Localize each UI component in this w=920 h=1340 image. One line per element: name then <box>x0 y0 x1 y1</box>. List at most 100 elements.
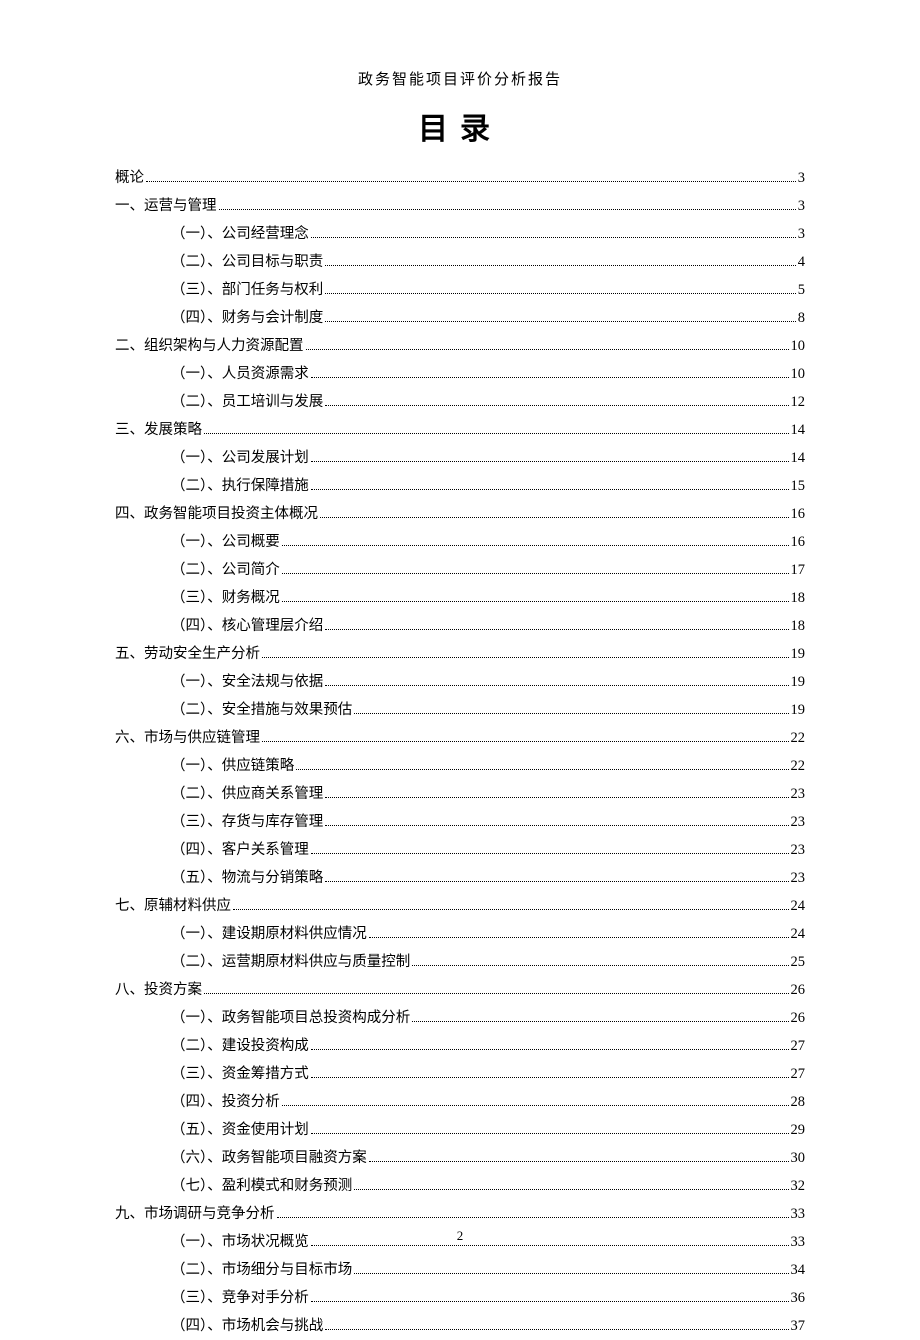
toc-entry[interactable]: 一、运营与管理 3 <box>115 192 805 220</box>
toc-leader-dots <box>311 1123 789 1134</box>
toc-entry-page: 23 <box>791 864 806 892</box>
toc-entry-page: 24 <box>791 920 806 948</box>
toc-leader-dots <box>325 1319 788 1330</box>
toc-leader-dots <box>296 759 788 770</box>
toc-title: 目录 <box>115 104 805 148</box>
toc-entry[interactable]: 三、发展策略 14 <box>115 416 805 444</box>
toc-entry-label: （五）、物流与分销策略 <box>171 864 323 892</box>
toc-entry[interactable]: （二）、供应商关系管理23 <box>115 780 805 808</box>
toc-entry-page: 26 <box>791 976 806 1004</box>
toc-entry-label: 八、投资方案 <box>115 976 202 1004</box>
toc-entry[interactable]: （四）、财务与会计制度8 <box>115 304 805 332</box>
toc-entry[interactable]: （二）、公司目标与职责4 <box>115 248 805 276</box>
toc-leader-dots <box>311 1039 789 1050</box>
toc-entry-page: 3 <box>798 192 805 220</box>
toc-entry[interactable]: （一）、建设期原材料供应情况24 <box>115 920 805 948</box>
page-number: 2 <box>0 1228 920 1244</box>
document-page: 政务智能项目评价分析报告 目录 概论3一、运营与管理3（一）、公司经营理念3（二… <box>0 0 920 1340</box>
toc-entry-page: 14 <box>791 416 806 444</box>
toc-leader-dots <box>262 731 789 742</box>
toc-entry[interactable]: （六）、政务智能项目融资方案30 <box>115 1144 805 1172</box>
toc-entry[interactable]: 五、劳动安全生产分析19 <box>115 640 805 668</box>
toc-entry-page: 27 <box>791 1060 806 1088</box>
toc-entry-page: 30 <box>791 1144 806 1172</box>
toc-entry[interactable]: （二）、执行保障措施15 <box>115 472 805 500</box>
toc-entry[interactable]: （一）、公司发展计划 14 <box>115 444 805 472</box>
toc-entry-page: 32 <box>791 1172 806 1200</box>
toc-entry-label: （四）、市场机会与挑战 <box>171 1312 323 1340</box>
toc-entry-label: （二）、公司目标与职责 <box>171 248 323 276</box>
toc-entry-label: 六、市场与供应链管理 <box>115 724 260 752</box>
toc-entry-page: 34 <box>791 1256 806 1284</box>
toc-entry-page: 10 <box>791 360 806 388</box>
toc-entry[interactable]: （一）、人员资源需求 10 <box>115 360 805 388</box>
toc-leader-dots <box>412 955 788 966</box>
toc-entry[interactable]: （三）、存货与库存管理23 <box>115 808 805 836</box>
toc-entry-label: （一）、公司发展计划 <box>171 444 309 472</box>
toc-entry-label: （五）、资金使用计划 <box>171 1116 309 1144</box>
toc-entry-page: 8 <box>798 304 805 332</box>
toc-entry[interactable]: （二）、建设投资构成27 <box>115 1032 805 1060</box>
toc-leader-dots <box>146 171 796 182</box>
toc-entry-label: （七）、盈利模式和财务预测 <box>171 1172 352 1200</box>
toc-entry-label: （三）、部门任务与权利 <box>171 276 323 304</box>
toc-entry-label: （二）、建设投资构成 <box>171 1032 309 1060</box>
toc-entry[interactable]: （四）、客户关系管理23 <box>115 836 805 864</box>
toc-entry[interactable]: （三）、资金筹措方式27 <box>115 1060 805 1088</box>
toc-entry[interactable]: （一）、公司经营理念3 <box>115 220 805 248</box>
toc-entry-page: 14 <box>791 444 806 472</box>
toc-entry[interactable]: （三）、竞争对手分析36 <box>115 1284 805 1312</box>
toc-entry[interactable]: （五）、资金使用计划29 <box>115 1116 805 1144</box>
toc-entry[interactable]: （二）、安全措施与效果预估19 <box>115 696 805 724</box>
toc-entry-page: 19 <box>791 668 806 696</box>
toc-entry[interactable]: （一）、公司概要16 <box>115 528 805 556</box>
toc-entry[interactable]: （四）、核心管理层介绍18 <box>115 612 805 640</box>
toc-entry[interactable]: （四）、投资分析28 <box>115 1088 805 1116</box>
toc-leader-dots <box>325 871 788 882</box>
toc-entry[interactable]: （二）、市场细分与目标市场34 <box>115 1256 805 1284</box>
toc-entry-label: 一、运营与管理 <box>115 192 217 220</box>
toc-leader-dots <box>262 647 789 658</box>
toc-leader-dots <box>277 1207 789 1218</box>
toc-entry[interactable]: （二）、员工培训与发展12 <box>115 388 805 416</box>
toc-entry[interactable]: 概论 3 <box>115 164 805 192</box>
toc-entry-label: 概论 <box>115 164 144 192</box>
toc-entry-label: （一）、人员资源需求 <box>171 360 309 388</box>
toc-leader-dots <box>325 619 788 630</box>
toc-entry-label: （一）、公司经营理念 <box>171 220 309 248</box>
toc-entry-label: （二）、供应商关系管理 <box>171 780 323 808</box>
toc-entry[interactable]: （四）、市场机会与挑战37 <box>115 1312 805 1340</box>
toc-entry[interactable]: （二）、运营期原材料供应与质量控制25 <box>115 948 805 976</box>
toc-entry[interactable]: 四、政务智能项目投资主体概况16 <box>115 500 805 528</box>
toc-leader-dots <box>325 815 788 826</box>
toc-entry-page: 3 <box>798 164 805 192</box>
toc-entry-page: 18 <box>791 584 806 612</box>
toc-leader-dots <box>320 507 789 518</box>
toc-entry[interactable]: （二）、公司简介17 <box>115 556 805 584</box>
toc-entry[interactable]: 七、原辅材料供应24 <box>115 892 805 920</box>
toc-entry[interactable]: （一）、安全法规与依据19 <box>115 668 805 696</box>
toc-entry[interactable]: （一）、供应链策略22 <box>115 752 805 780</box>
toc-entry[interactable]: 六、市场与供应链管理22 <box>115 724 805 752</box>
toc-entry[interactable]: （三）、部门任务与权利5 <box>115 276 805 304</box>
toc-entry-label: 五、劳动安全生产分析 <box>115 640 260 668</box>
toc-entry-label: （四）、投资分析 <box>171 1088 280 1116</box>
toc-entry[interactable]: 二、组织架构与人力资源配置10 <box>115 332 805 360</box>
toc-entry[interactable]: 九、市场调研与竞争分析33 <box>115 1200 805 1228</box>
toc-leader-dots <box>311 451 789 462</box>
toc-leader-dots <box>354 703 788 714</box>
toc-leader-dots <box>412 1011 788 1022</box>
toc-entry[interactable]: （一）、政务智能项目总投资构成分析26 <box>115 1004 805 1032</box>
toc-leader-dots <box>354 1179 788 1190</box>
toc-leader-dots <box>204 983 789 994</box>
toc-entry-page: 17 <box>791 556 806 584</box>
toc-entry-page: 10 <box>791 332 806 360</box>
toc-entry-page: 26 <box>791 1004 806 1032</box>
toc-entry[interactable]: （七）、盈利模式和财务预测 32 <box>115 1172 805 1200</box>
toc-entry[interactable]: 八、投资方案 26 <box>115 976 805 1004</box>
toc-entry[interactable]: （五）、物流与分销策略 23 <box>115 864 805 892</box>
toc-entry-label: 三、发展策略 <box>115 416 202 444</box>
toc-leader-dots <box>325 311 796 322</box>
toc-leader-dots <box>325 283 796 294</box>
toc-entry[interactable]: （三）、财务概况18 <box>115 584 805 612</box>
